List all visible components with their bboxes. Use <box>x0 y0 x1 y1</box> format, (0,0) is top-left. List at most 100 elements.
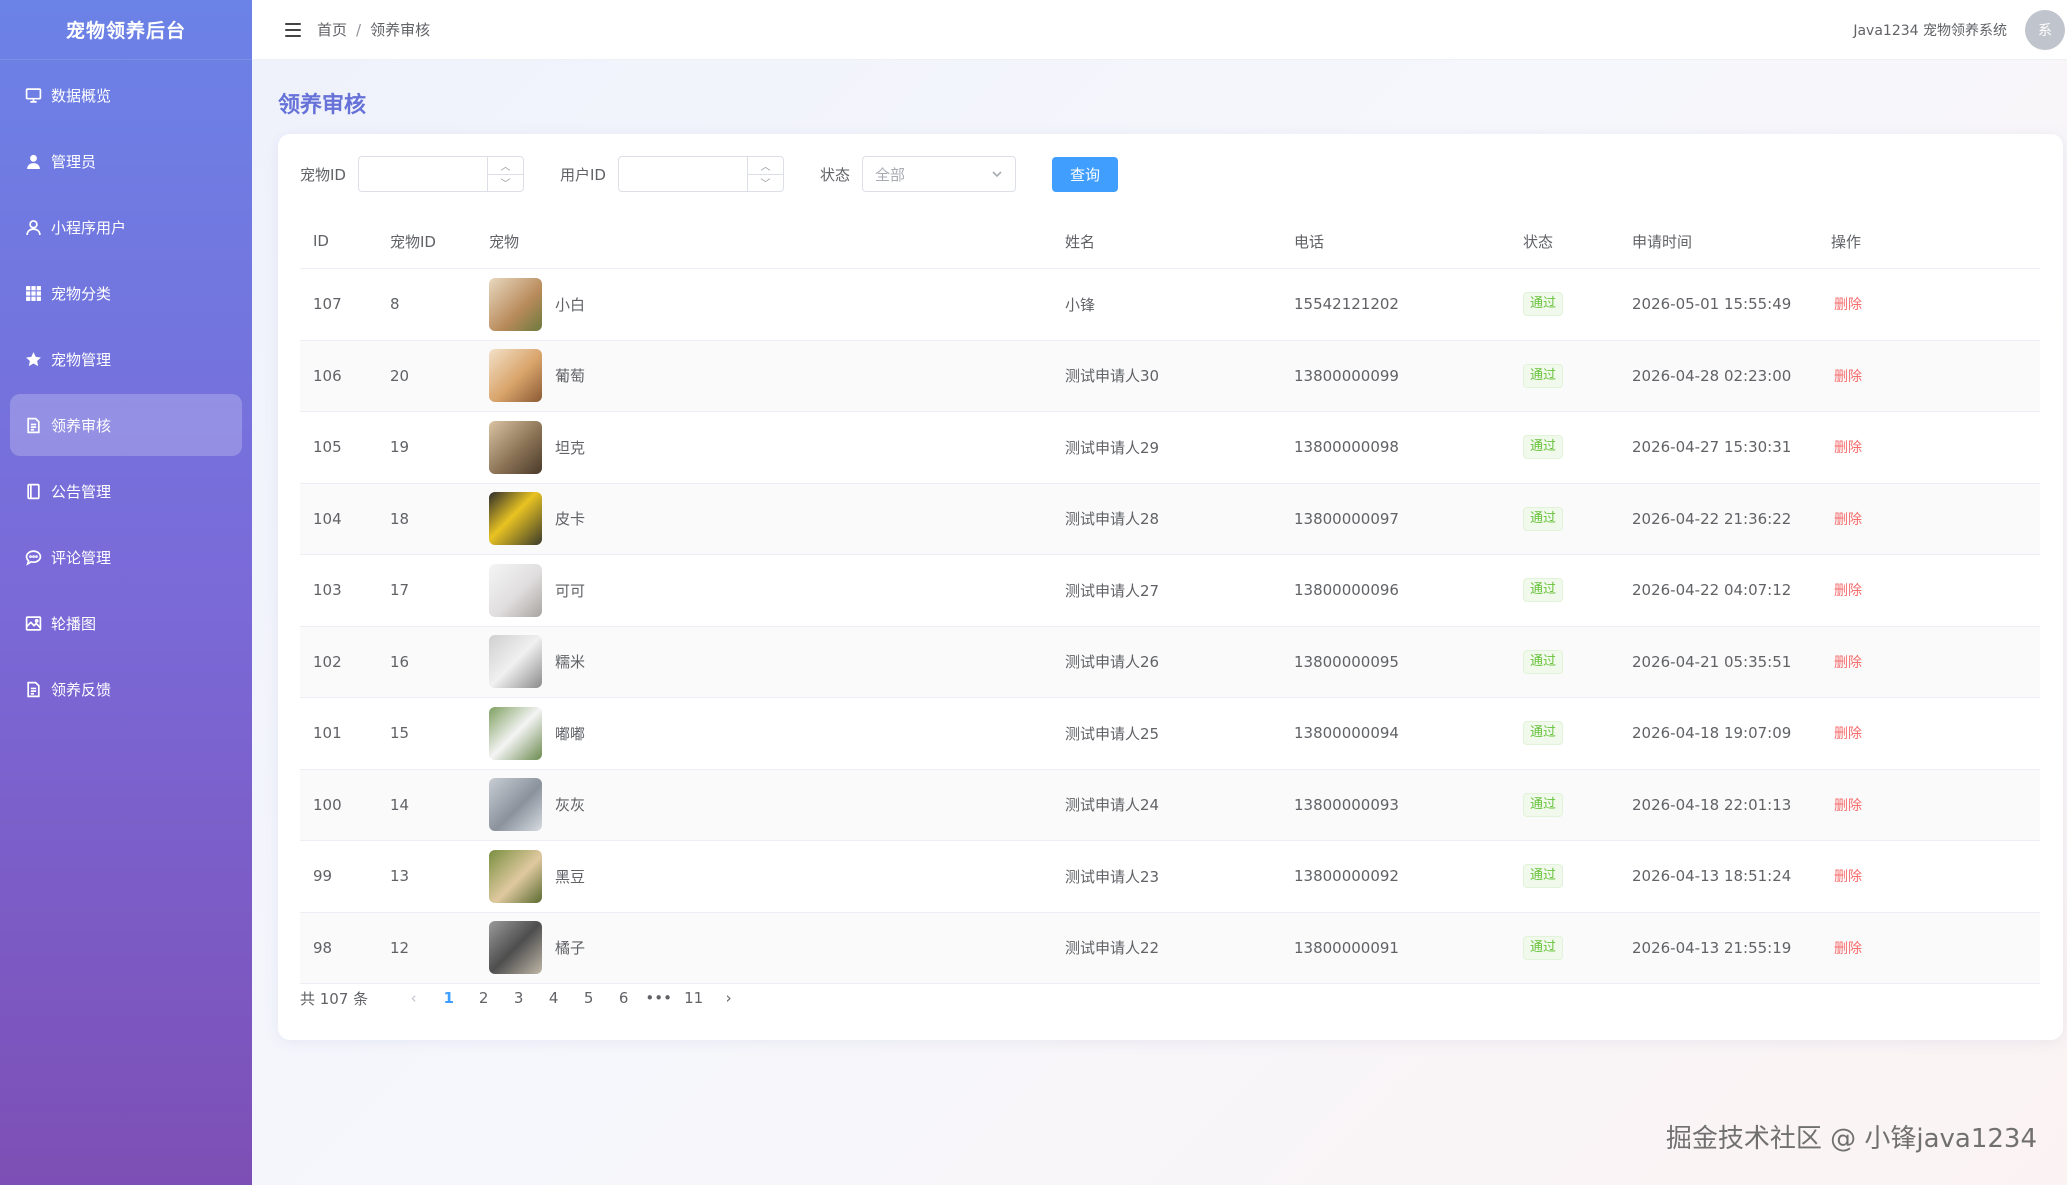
cell-actions: 删除 <box>1818 294 2040 314</box>
page-number[interactable]: 2 <box>466 989 501 1007</box>
column-header: ID <box>313 232 329 250</box>
cell-pet: 黑豆 <box>476 849 1052 903</box>
cell-actions: 删除 <box>1818 795 2040 815</box>
page-number[interactable]: 5 <box>571 989 606 1007</box>
sidebar-item-adoption-feedback[interactable]: 领养反馈 <box>10 658 242 720</box>
sidebar-item-dashboard[interactable]: 数据概览 <box>10 64 242 126</box>
cell-actions: 删除 <box>1818 366 2040 386</box>
system-name: Java1234 宠物领养系统 <box>1853 23 2007 39</box>
sidebar-item-label: 轮播图 <box>51 614 97 633</box>
pet-thumbnail[interactable] <box>489 778 542 832</box>
breadcrumb-home[interactable]: 首页 <box>317 19 347 40</box>
sidebar-item-comments[interactable]: 评论管理 <box>10 526 242 588</box>
delete-button[interactable]: 删除 <box>1831 655 1862 671</box>
sidebar-item-adoption-review[interactable]: 领养审核 <box>10 394 242 456</box>
sidebar-item-miniapp-users[interactable]: 小程序用户 <box>10 196 242 258</box>
column-header: 宠物 <box>489 232 520 251</box>
cell-status: 通过 <box>1510 363 1619 388</box>
sidebar-menu: 数据概览 管理员 小程序用户 宠物分类 宠物管理 领养审核 公告管理 评论管理 <box>0 64 252 720</box>
sidebar-item-pet-management[interactable]: 宠物管理 <box>10 328 242 390</box>
table-row: 104 18 皮卡 测试申请人28 13800000097 通过 2026-04-22 21… <box>300 483 2040 555</box>
cell-apply-time: 2026-04-22 21:36:22 <box>1632 509 1792 528</box>
more-pages-icon[interactable]: ••• <box>641 989 676 1007</box>
next-page-icon[interactable]: › <box>711 989 746 1007</box>
delete-button[interactable]: 删除 <box>1831 369 1862 385</box>
decrement-icon[interactable]: ﹀ <box>748 175 783 192</box>
cell-applicant-name: 测试申请人24 <box>1065 796 1160 815</box>
cell-pet: 橘子 <box>476 921 1052 975</box>
status-select[interactable]: 全部 <box>861 156 1016 192</box>
sidebar-item-label: 领养审核 <box>51 416 112 435</box>
page-number[interactable]: 11 <box>676 989 711 1007</box>
pet-thumbnail[interactable] <box>489 420 542 474</box>
status-badge: 通过 <box>1523 435 1564 460</box>
pet-id-input[interactable]: ︿ ﹀ <box>357 156 524 192</box>
delete-button[interactable]: 删除 <box>1831 297 1862 313</box>
delete-button[interactable]: 删除 <box>1831 941 1862 957</box>
sidebar-item-pet-categories[interactable]: 宠物分类 <box>10 262 242 324</box>
pet-thumbnail[interactable] <box>489 492 542 546</box>
page-number[interactable]: 1 <box>431 989 466 1007</box>
sidebar-item-label: 宠物管理 <box>51 350 112 369</box>
pet-thumbnail[interactable] <box>489 349 542 403</box>
delete-button[interactable]: 删除 <box>1831 726 1862 742</box>
cell-apply-time: 2026-04-28 02:23:00 <box>1632 366 1792 385</box>
cell-applicant-name: 测试申请人25 <box>1065 724 1160 743</box>
sidebar-item-label: 数据概览 <box>51 86 112 105</box>
avatar[interactable]: 系 <box>2025 10 2065 50</box>
page-number[interactable]: 6 <box>606 989 641 1007</box>
chat-icon <box>24 548 42 566</box>
status-badge: 通过 <box>1523 506 1564 531</box>
page-number[interactable]: 3 <box>501 989 536 1007</box>
search-button[interactable]: 查询 <box>1051 156 1118 192</box>
menu-toggle-icon[interactable] <box>285 22 301 37</box>
cell-apply-time: 2026-04-22 04:07:12 <box>1632 581 1792 600</box>
cell-apply-time: 2026-04-18 19:07:09 <box>1632 724 1792 743</box>
pet-name: 糯米 <box>555 653 586 672</box>
cell-applicant-name: 测试申请人22 <box>1065 939 1160 958</box>
cell-pet: 嘟嘟 <box>476 706 1052 760</box>
column-header: 状态 <box>1523 232 1554 251</box>
header-right: Java1234 宠物领养系统 系 <box>1853 0 2067 60</box>
status-badge: 通过 <box>1523 363 1564 388</box>
sidebar-item-announcements[interactable]: 公告管理 <box>10 460 242 522</box>
document-icon <box>24 680 42 698</box>
status-badge: 通过 <box>1523 649 1564 674</box>
pet-thumbnail[interactable] <box>489 563 542 617</box>
column-header: 电话 <box>1294 232 1325 251</box>
pet-thumbnail[interactable] <box>489 921 542 975</box>
pet-thumbnail[interactable] <box>489 706 542 760</box>
cell-apply-time: 2026-04-21 05:35:51 <box>1632 652 1792 671</box>
delete-button[interactable]: 删除 <box>1831 583 1862 599</box>
cell-id: 100 <box>313 795 342 814</box>
cell-applicant-name: 测试申请人29 <box>1065 438 1160 457</box>
increment-icon[interactable]: ︿ <box>747 157 783 175</box>
cell-pet: 葡萄 <box>476 349 1052 403</box>
page-number[interactable]: 4 <box>536 989 571 1007</box>
user-id-stepper: ︿ ﹀ <box>746 157 783 192</box>
increment-icon[interactable]: ︿ <box>487 157 523 175</box>
column-header: 操作 <box>1831 232 1862 251</box>
delete-button[interactable]: 删除 <box>1831 798 1862 814</box>
pet-thumbnail[interactable] <box>489 635 542 689</box>
delete-button[interactable]: 删除 <box>1831 869 1862 885</box>
cell-pet-id: 19 <box>390 438 410 457</box>
user-id-input[interactable]: ︿ ﹀ <box>617 156 784 192</box>
cell-pet: 小白 <box>476 277 1052 331</box>
delete-button[interactable]: 删除 <box>1831 512 1862 528</box>
cell-applicant-name: 小锋 <box>1065 295 1096 314</box>
cell-pet: 糯米 <box>476 635 1052 689</box>
decrement-icon[interactable]: ﹀ <box>488 175 523 192</box>
table-header: ID 宠物ID 宠物 姓名 电话 状态 申请时间 操作 <box>300 214 2040 269</box>
pet-name: 葡萄 <box>555 367 586 386</box>
pagination: 共 107 条 ‹ 1 2 3 4 5 6 ••• 11 › <box>300 982 746 1014</box>
cell-applicant-name: 测试申请人27 <box>1065 581 1160 600</box>
pet-thumbnail[interactable] <box>489 849 542 903</box>
cell-id: 107 <box>313 295 342 314</box>
pet-thumbnail[interactable] <box>489 277 542 331</box>
sidebar-item-carousel[interactable]: 轮播图 <box>10 592 242 654</box>
delete-button[interactable]: 删除 <box>1831 440 1862 456</box>
prev-page-icon[interactable]: ‹ <box>396 989 431 1007</box>
pet-name: 黑豆 <box>555 867 586 886</box>
sidebar-item-admins[interactable]: 管理员 <box>10 130 242 192</box>
